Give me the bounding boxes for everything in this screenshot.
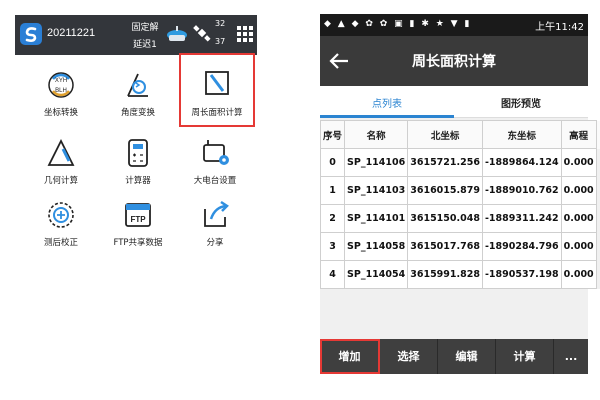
tile-label: 分享 (206, 238, 224, 248)
table-row[interactable]: 0 SP_114106 3615721.256 -1889864.124 0.0… (319, 148, 600, 177)
table-cell: 3615991.828 (407, 260, 483, 289)
coordinate-transform-icon: XYH BLH (45, 69, 77, 101)
calculator-icon (122, 137, 154, 169)
calculate-button[interactable]: 计算 (496, 339, 554, 374)
radio-settings-icon (199, 137, 231, 169)
tile-label: 周长面积计算 (191, 108, 243, 118)
tile-perimeter-area[interactable]: 周长面积计算 (179, 53, 255, 127)
tab-point-list[interactable]: 点列表 (320, 95, 454, 110)
table-cell: SP_114101 (344, 204, 409, 233)
status-icons: ◆ ▲ ◆ ✿ ✿ ▣ ▮ ✱ ★ ▼ ▮ (324, 19, 472, 29)
table-cell: -1890537.198 (481, 260, 562, 289)
geometry-icon (45, 137, 77, 169)
table-cell: SP_114058 (344, 232, 409, 261)
table-cell: 0.000 (560, 176, 597, 205)
table-cell: 4 (319, 260, 346, 289)
table-row[interactable]: 4 SP_114054 3615991.828 -1890537.198 0.0… (319, 260, 600, 289)
column-header[interactable]: 高程 (560, 120, 597, 149)
table-cell: 3616015.879 (407, 176, 483, 205)
table-header-row: 序号 名称 北坐标 东坐标 高程 (319, 120, 600, 149)
table-cell: 0.000 (560, 148, 597, 177)
column-header[interactable]: 北坐标 (407, 120, 483, 149)
solution-status: 固定解 (131, 23, 159, 33)
tile-ftp-share[interactable]: FTP FTP共享数据 (98, 195, 178, 255)
perimeter-area-icon (201, 67, 233, 99)
table-cell: -1890284.796 (481, 232, 562, 261)
rover-device-icon[interactable] (165, 23, 189, 47)
tile-label: 坐标转换 (43, 108, 78, 118)
table-cell: 3615150.048 (407, 204, 483, 233)
add-button[interactable]: 增加 (320, 339, 380, 374)
table-cell: 0 (319, 148, 346, 177)
status-time: 上午11:42 (535, 22, 584, 33)
action-bar: 周长面积计算 (320, 36, 588, 86)
tile-geometry[interactable]: 几何计算 (21, 133, 101, 193)
table-cell: 0.000 (560, 204, 597, 233)
table-row[interactable]: 2 SP_114101 3615150.048 -1889311.242 0.0… (319, 204, 600, 233)
table-cell: -1889311.242 (481, 204, 562, 233)
svg-text:FTP: FTP (130, 215, 146, 224)
tile-label: 角度变换 (120, 108, 155, 118)
tab-bar: 点列表 图形预览 (320, 86, 588, 118)
latency-value: 延迟1 (133, 40, 157, 50)
table-cell: 1 (319, 176, 346, 205)
post-correction-icon (45, 199, 77, 231)
satellites-used: 32 (215, 19, 226, 28)
tile-label: FTP共享数据 (113, 238, 163, 248)
svg-text:XYH: XYH (55, 78, 67, 84)
table-row[interactable]: 1 SP_114103 3616015.879 -1889010.762 0.0… (319, 176, 600, 205)
tile-radio-settings[interactable]: 大电台设置 (175, 133, 255, 193)
tile-post-correction[interactable]: 测后校正 (21, 195, 101, 255)
page-title: 周长面积计算 (412, 54, 496, 70)
table-cell: 2 (319, 204, 346, 233)
table-cell: 0.000 (560, 260, 597, 289)
tile-label: 测后校正 (43, 238, 78, 248)
table-cell: SP_114106 (344, 148, 409, 177)
table-cell: SP_114103 (344, 176, 409, 205)
table-cell: -1889864.124 (481, 148, 562, 177)
tile-coordinate-transform[interactable]: XYH BLH 坐标转换 (21, 65, 101, 125)
tile-share[interactable]: 分享 (175, 195, 255, 255)
bottom-action-bar: 增加 选择 编辑 计算 ... (320, 339, 588, 374)
satellite-icon[interactable] (193, 24, 211, 46)
column-header[interactable]: 序号 (319, 120, 346, 149)
more-button[interactable]: ... (554, 339, 588, 374)
tools-menu-screen: 20211221 固定解 延迟1 32 37 XYH BLH 坐标转换 角度变换 (15, 15, 257, 345)
tile-label: 几何计算 (43, 176, 78, 186)
grid-menu-icon[interactable] (237, 26, 253, 42)
column-header[interactable]: 东坐标 (481, 120, 562, 149)
active-tab-indicator (320, 115, 454, 118)
table-cell: -1889010.762 (481, 176, 562, 205)
column-header[interactable]: 名称 (344, 120, 409, 149)
edit-button[interactable]: 编辑 (438, 339, 496, 374)
angle-transform-icon (122, 69, 154, 101)
table-cell: 3 (319, 232, 346, 261)
tile-label: 大电台设置 (193, 176, 237, 186)
tile-angle-transform[interactable]: 角度变换 (98, 65, 178, 125)
select-button[interactable]: 选择 (380, 339, 438, 374)
share-icon (199, 199, 231, 231)
tile-calculator[interactable]: 计算器 (98, 133, 178, 193)
table-cell: 3615017.768 (407, 232, 483, 261)
point-table: 序号 名称 北坐标 东坐标 高程 0 SP_114106 3615721.256… (319, 120, 600, 289)
satellites-visible: 37 (215, 37, 226, 46)
svg-text:BLH: BLH (55, 88, 67, 94)
table-cell: SP_114054 (344, 260, 409, 289)
tile-label: 计算器 (125, 176, 151, 186)
app-logo-icon[interactable] (20, 23, 42, 45)
ftp-icon: FTP (122, 199, 154, 231)
table-row[interactable]: 3 SP_114058 3615017.768 -1890284.796 0.0… (319, 232, 600, 261)
android-status-bar: ◆ ▲ ◆ ✿ ✿ ▣ ▮ ✱ ★ ▼ ▮ 上午11:42 (320, 14, 588, 36)
project-name[interactable]: 20211221 (47, 27, 95, 39)
table-cell: 0.000 (560, 232, 597, 261)
status-toolbar: 20211221 固定解 延迟1 32 37 (15, 15, 257, 55)
perimeter-area-screen: ◆ ▲ ◆ ✿ ✿ ▣ ▮ ✱ ★ ▼ ▮ 上午11:42 周长面积计算 点列表… (319, 14, 600, 374)
table-cell: 3615721.256 (407, 148, 483, 177)
tab-graphic-preview[interactable]: 图形预览 (454, 95, 588, 110)
